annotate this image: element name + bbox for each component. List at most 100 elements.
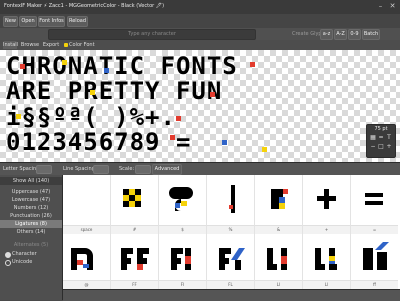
character-input[interactable]: Type any character [48, 29, 256, 40]
color-accent [62, 60, 67, 65]
font-preview: CHRONATIC FONTS ARE PRETTY FUN i§§ºª( )%… [0, 50, 400, 162]
open-button[interactable]: Open [19, 16, 37, 27]
glyph-hash [123, 189, 141, 207]
digits-button[interactable]: 0-9 [348, 29, 361, 40]
glyph-cell[interactable] [303, 175, 351, 225]
glyph-ff-lower [363, 242, 389, 270]
line-spacing-label: Line Spacing: [63, 166, 97, 172]
glyph-label: + [303, 225, 351, 234]
glyph-at [71, 248, 93, 270]
glyph-fl [219, 248, 245, 270]
color-accent [250, 62, 255, 67]
zoom-panel: 75 pt ▦ ═ T − □ + [366, 124, 396, 158]
glyph-percent [229, 185, 235, 213]
filter-alternates[interactable]: Alternates (5) [0, 241, 62, 249]
font-infos-button[interactable]: Font Infos [38, 16, 65, 27]
character-label: Character [12, 251, 37, 257]
zoom-out-icon[interactable]: − [370, 144, 376, 150]
glyph-grid: space # $ % & + = @ FF FI FL LI Ll ff [63, 175, 400, 289]
close-icon[interactable]: ✕ [388, 2, 397, 11]
advanced-button[interactable]: Advanced [152, 164, 182, 175]
glyph-label: & [255, 225, 303, 234]
glyph-cell[interactable] [159, 175, 207, 225]
character-radio[interactable] [5, 252, 11, 258]
window-title: FontexIF Maker ⚡ Zacc1 - MGGeometricColo… [4, 3, 165, 9]
glyph-ff [121, 248, 149, 270]
color-accent [20, 64, 25, 69]
preview-line: 0123456789 = [6, 128, 192, 156]
tab-browse[interactable]: Browse [20, 41, 40, 49]
glyph-dollar [169, 187, 193, 211]
glyph-label: = [351, 225, 398, 234]
glyph-label: Ll [303, 280, 351, 289]
glyph-cell[interactable] [207, 234, 255, 280]
toolbar: New Open Font Infos Reload [0, 14, 400, 28]
zoom-in-icon[interactable]: + [386, 144, 392, 150]
baseline-icon[interactable]: ═ [378, 135, 384, 141]
color-accent [222, 140, 227, 145]
glyph-filter-sidebar: Show All (140) Uppercase (47) Lowercase … [0, 175, 63, 300]
color-accent [90, 90, 95, 95]
letter-spacing-stepper[interactable] [36, 165, 52, 174]
glyph-cell[interactable] [207, 175, 255, 225]
color-accent [210, 92, 215, 97]
filter-lowercase[interactable]: Lowercase (47) [0, 196, 62, 204]
filter-numbers[interactable]: Numbers (12) [0, 204, 62, 212]
preview-line: ARE PRETTY FUN [6, 77, 223, 105]
glyph-label: FL [207, 280, 255, 289]
color-font-icon [64, 43, 68, 47]
glyph-label: # [111, 225, 159, 234]
filter-ligatures[interactable]: Ligatures (8) [0, 220, 62, 228]
glyph-li [267, 248, 287, 270]
color-accent [170, 135, 175, 140]
glyph-cell[interactable] [351, 234, 398, 280]
glyph-cell[interactable] [111, 234, 159, 280]
filter-uppercase[interactable]: Uppercase (47) [0, 188, 62, 196]
glyph-plus [317, 189, 336, 209]
glyph-label: @ [63, 280, 111, 289]
glyph-label: FI [159, 280, 207, 289]
scale-label: Scale: [119, 166, 135, 172]
color-accent [262, 147, 267, 152]
color-accent [176, 116, 181, 121]
unicode-radio[interactable] [5, 260, 11, 266]
preview-line: i§§ºª( )%+. [6, 103, 176, 131]
new-button[interactable]: New [3, 16, 18, 27]
glyph-cell[interactable] [303, 234, 351, 280]
glyph-label: FF [111, 280, 159, 289]
scale-stepper[interactable] [135, 165, 151, 174]
reload-button[interactable]: Reload [67, 16, 88, 27]
line-spacing-stepper[interactable] [93, 165, 109, 174]
glyph-cell[interactable] [63, 234, 111, 280]
filter-punctuation[interactable]: Punctuation (26) [0, 212, 62, 220]
fit-icon[interactable]: □ [378, 144, 384, 150]
text-icon[interactable]: T [386, 135, 392, 141]
grid-icon[interactable]: ▦ [370, 135, 376, 141]
show-all-filter[interactable]: Show All (140) [0, 177, 62, 185]
glyph-cell[interactable] [351, 175, 398, 225]
unicode-label: Unicode [12, 259, 33, 265]
filter-others[interactable]: Others (14) [0, 228, 62, 236]
uppercase-az-button[interactable]: A-Z [334, 29, 347, 40]
lowercase-az-button[interactable]: a-z [320, 29, 333, 40]
glyph-label: $ [159, 225, 207, 234]
glyph-equals [365, 193, 383, 205]
glyph-label: space [63, 225, 111, 234]
batch-button[interactable]: Batch [362, 29, 380, 40]
glyph-cell[interactable] [255, 234, 303, 280]
preview-controls: Letter Spacing: Line Spacing: Scale: Adv… [0, 162, 400, 176]
glyph-cell[interactable] [63, 175, 111, 225]
glyph-label: ff [351, 280, 398, 289]
glyph-ll [315, 248, 337, 270]
tab-export[interactable]: Export [42, 41, 60, 49]
glyph-cell[interactable] [255, 175, 303, 225]
tab-install[interactable]: Install [3, 41, 18, 49]
glyph-label: % [207, 225, 255, 234]
status-bar [63, 289, 400, 301]
zoom-level[interactable]: 75 pt [367, 126, 395, 132]
tab-color-font[interactable]: Color Font [69, 41, 97, 49]
preview-line: CHRONATIC FONTS [6, 52, 238, 80]
minimize-icon[interactable]: – [376, 2, 385, 11]
glyph-cell[interactable] [159, 234, 207, 280]
glyph-cell[interactable] [111, 175, 159, 225]
